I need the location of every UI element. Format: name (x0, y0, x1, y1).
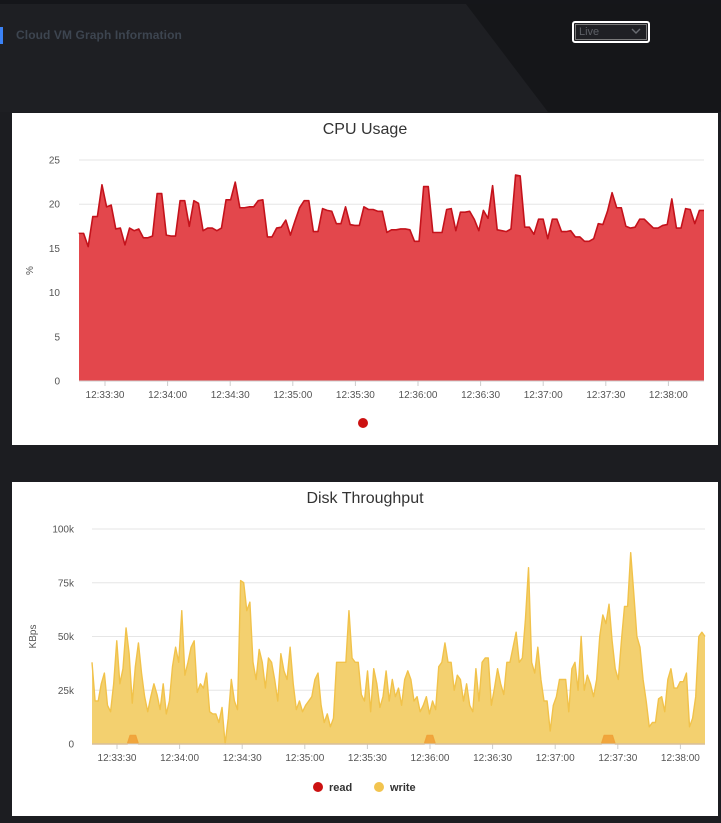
series-legend-marker[interactable] (358, 418, 368, 428)
y-axis-label: % (25, 266, 36, 275)
legend-label: write (389, 782, 416, 794)
y-tick-label: 50k (58, 632, 75, 643)
x-tick-label: 12:34:00 (160, 753, 199, 764)
cpu-series-area (79, 175, 704, 381)
x-tick-label: 12:34:30 (223, 753, 262, 764)
time-range-value: Live (579, 26, 600, 38)
x-tick-label: 12:35:00 (285, 753, 324, 764)
page-title: Cloud VM Graph Information (16, 28, 182, 42)
disk-throughput-panel: Disk Throughput 0 25k 50k 75k 100k KBps 12:33:3… (12, 482, 718, 816)
time-range-select[interactable]: Live (572, 21, 650, 43)
legend-label: read (329, 782, 352, 794)
read-legend-marker[interactable] (313, 782, 323, 792)
y-tick-label: 25k (58, 686, 75, 697)
y-tick-label: 100k (52, 525, 75, 536)
chart-title: Disk Throughput (306, 490, 424, 507)
x-tick-label: 12:34:30 (211, 390, 250, 401)
y-tick-label: 10 (49, 288, 61, 299)
x-tick-label: 12:34:00 (148, 390, 187, 401)
y-tick-label: 0 (68, 740, 74, 751)
y-tick-label: 20 (49, 200, 61, 211)
x-tick-label: 12:35:30 (336, 390, 375, 401)
cpu-usage-panel: CPU Usage 0 5 10 15 20 25% 12:33:30 12:34:00 12:3… (12, 113, 718, 445)
y-tick-label: 75k (58, 578, 75, 589)
x-tick-label: 12:36:00 (399, 390, 438, 401)
chart-title: CPU Usage (323, 121, 408, 138)
x-tick-label: 12:36:30 (461, 390, 500, 401)
y-axis-label: KBps (28, 625, 39, 649)
disk-throughput-chart: Disk Throughput 0 25k 50k 75k 100k KBps 12:33:3… (28, 490, 706, 794)
title-accent-bar (0, 27, 3, 44)
x-tick-label: 12:35:00 (273, 390, 312, 401)
chevron-down-icon (631, 28, 641, 34)
x-tick-label: 12:37:30 (598, 753, 637, 764)
x-tick-label: 12:37:00 (536, 753, 575, 764)
y-tick-label: 0 (54, 377, 60, 388)
x-tick-label: 12:38:00 (661, 753, 700, 764)
x-tick-label: 12:36:30 (473, 753, 512, 764)
x-tick-label: 12:33:30 (86, 390, 125, 401)
x-tick-label: 12:37:30 (586, 390, 625, 401)
y-tick-label: 5 (54, 332, 60, 343)
time-range-select-box[interactable]: Live (575, 24, 647, 40)
cpu-usage-chart: CPU Usage 0 5 10 15 20 25% 12:33:30 12:34:00 12:3… (25, 121, 704, 428)
x-tick-label: 12:37:00 (524, 390, 563, 401)
write-legend-marker[interactable] (374, 782, 384, 792)
x-tick-label: 12:33:30 (98, 753, 137, 764)
y-tick-label: 25 (49, 156, 61, 167)
x-tick-label: 12:35:30 (348, 753, 387, 764)
top-bar: Cloud VM Graph Information Live (0, 0, 721, 112)
x-tick-label: 12:36:00 (411, 753, 450, 764)
y-tick-label: 15 (49, 244, 61, 255)
x-tick-label: 12:38:00 (649, 390, 688, 401)
